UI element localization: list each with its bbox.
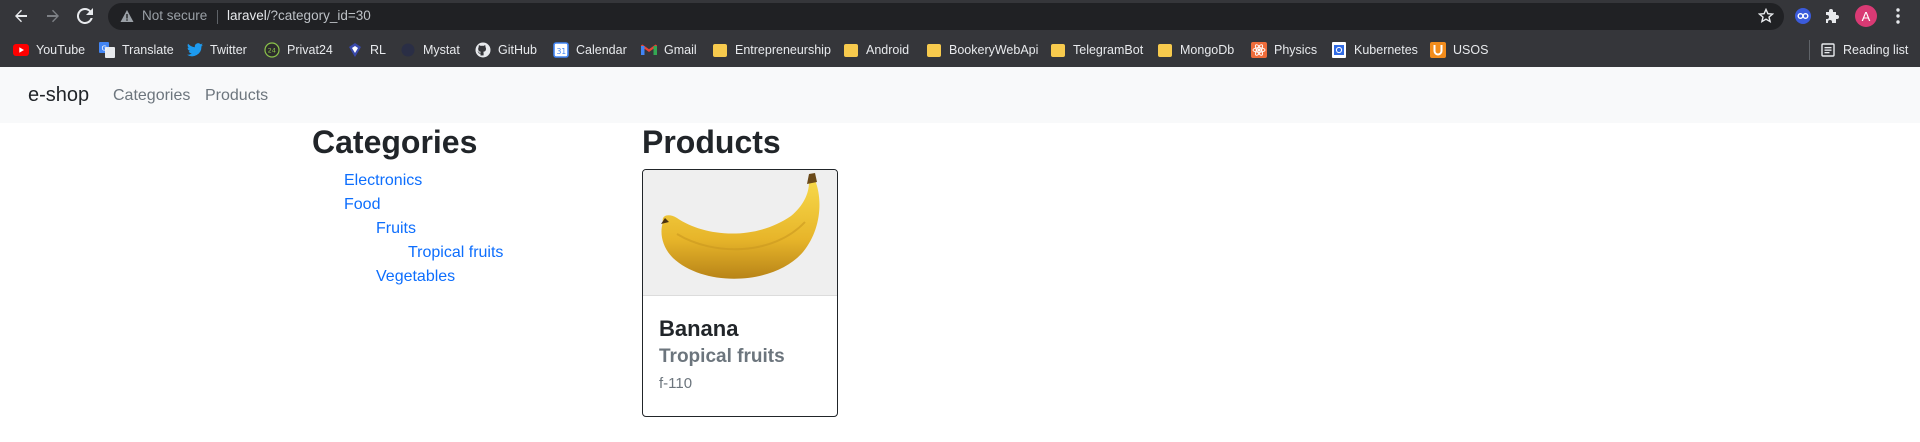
- bookmark-calendar[interactable]: 31 Calendar: [553, 41, 627, 59]
- bookmark-physics[interactable]: Physics: [1251, 41, 1317, 59]
- bookmark-github[interactable]: GitHub: [475, 41, 537, 59]
- bookmark-label: Privat24: [287, 43, 333, 57]
- bookmark-gmail[interactable]: Gmail: [641, 41, 697, 59]
- physics-icon: [1251, 42, 1267, 58]
- bookmark-label: BookeryWebApi: [949, 43, 1039, 57]
- forward-icon[interactable]: [41, 4, 65, 28]
- folder-icon: [712, 42, 728, 58]
- bookmark-label: MongoDb: [1180, 43, 1235, 57]
- url-host: laravel: [227, 8, 267, 23]
- svg-text:31: 31: [557, 47, 567, 56]
- rl-icon: [347, 42, 363, 58]
- address-bar[interactable]: Not secure laravel/?category_id=30: [108, 3, 1784, 30]
- bookmark-label: Translate: [122, 43, 174, 57]
- browser-toolbar: Not secure laravel/?category_id=30 A: [0, 0, 1920, 33]
- bookmark-privat24[interactable]: 24 Privat24: [264, 41, 333, 59]
- folder-icon: [1157, 42, 1173, 58]
- folder-icon: [1050, 42, 1066, 58]
- category-link-tropical-fruits[interactable]: Tropical fruits: [408, 244, 503, 262]
- bookmark-label: Kubernetes: [1354, 43, 1418, 57]
- bookmark-folder-bookerywebapi[interactable]: BookeryWebApi: [926, 41, 1038, 59]
- bookmark-label: Twitter: [210, 43, 247, 57]
- kubernetes-icon: [1331, 42, 1347, 58]
- reload-icon[interactable]: [73, 4, 97, 28]
- bookmark-usos[interactable]: USOS: [1430, 41, 1488, 59]
- svg-text:G: G: [102, 45, 107, 53]
- products-heading: Products: [642, 124, 781, 160]
- site-navbar: e-shop Categories Products: [0, 67, 1920, 123]
- bookmarks-divider: [1809, 40, 1810, 60]
- bookmarks-bar: YouTube G Translate Twitter 24 Privat24 …: [0, 33, 1920, 67]
- extension-icon[interactable]: [1792, 5, 1814, 27]
- bookmark-folder-android[interactable]: Android: [843, 41, 909, 59]
- bookmark-label: GitHub: [498, 43, 537, 57]
- bookmark-label: Physics: [1274, 43, 1318, 57]
- privat24-icon: 24: [264, 42, 280, 58]
- category-link-fruits[interactable]: Fruits: [376, 220, 416, 238]
- bookmark-folder-mongodb[interactable]: MongoDb: [1157, 41, 1234, 59]
- bookmark-label: Android: [866, 43, 910, 57]
- github-icon: [475, 42, 491, 58]
- product-sku: f-110: [659, 375, 693, 392]
- bookmark-rl[interactable]: RL: [347, 41, 386, 59]
- translate-icon: G: [99, 42, 115, 58]
- back-icon[interactable]: [9, 4, 33, 28]
- reading-list-button[interactable]: Reading list: [1820, 41, 1908, 59]
- omnibox-divider: [217, 10, 218, 24]
- bookmark-kubernetes[interactable]: Kubernetes: [1331, 41, 1418, 59]
- calendar-icon: 31: [553, 42, 569, 58]
- bookmark-label: USOS: [1453, 43, 1489, 57]
- bookmark-label: Mystat: [423, 43, 460, 57]
- category-link-vegetables[interactable]: Vegetables: [376, 268, 455, 286]
- category-link-electronics[interactable]: Electronics: [344, 172, 422, 190]
- url-path: /?category_id=30: [266, 8, 371, 23]
- usos-icon: [1430, 42, 1446, 58]
- bookmark-label: Entrepreneurship: [735, 43, 831, 57]
- security-label[interactable]: Not secure: [142, 8, 207, 23]
- folder-icon: [926, 42, 942, 58]
- banana-image: [661, 173, 820, 279]
- url-text[interactable]: laravel/?category_id=30: [227, 8, 371, 23]
- nav-link-categories[interactable]: Categories: [113, 87, 190, 105]
- bookmark-label: Calendar: [576, 43, 627, 57]
- bookmark-label: Gmail: [664, 43, 697, 57]
- product-image[interactable]: [643, 170, 837, 296]
- bookmark-label: RL: [370, 43, 386, 57]
- bookmark-folder-entrepreneurship[interactable]: Entrepreneurship: [712, 41, 831, 59]
- folder-icon: [843, 42, 859, 58]
- bookmark-label: TelegramBot: [1073, 43, 1144, 57]
- nav-link-products[interactable]: Products: [205, 87, 268, 105]
- brand-link[interactable]: e-shop: [28, 84, 89, 107]
- product-title: Banana: [659, 316, 739, 341]
- star-icon[interactable]: [1757, 7, 1775, 29]
- product-card[interactable]: Banana Tropical fruits f-110: [642, 169, 838, 417]
- reading-list-icon: [1820, 42, 1836, 58]
- menu-icon[interactable]: [1887, 5, 1909, 27]
- twitter-icon: [187, 42, 203, 58]
- mystat-icon: [400, 42, 416, 58]
- bookmark-twitter[interactable]: Twitter: [187, 41, 247, 59]
- bookmark-folder-telegrambot[interactable]: TelegramBot: [1050, 41, 1143, 59]
- bookmark-translate[interactable]: G Translate: [99, 41, 174, 59]
- svg-text:24: 24: [268, 47, 276, 55]
- profile-avatar[interactable]: A: [1855, 5, 1877, 27]
- gmail-icon: [641, 42, 657, 58]
- category-link-food[interactable]: Food: [344, 196, 380, 214]
- categories-heading: Categories: [312, 124, 478, 160]
- bookmark-mystat[interactable]: Mystat: [400, 41, 460, 59]
- puzzle-icon[interactable]: [1822, 5, 1844, 27]
- product-category: Tropical fruits: [659, 346, 785, 367]
- bookmark-label: YouTube: [36, 43, 86, 57]
- reading-list-label: Reading list: [1843, 43, 1909, 57]
- warning-icon[interactable]: [120, 9, 134, 28]
- youtube-icon: [13, 42, 29, 58]
- bookmark-youtube[interactable]: YouTube: [13, 41, 85, 59]
